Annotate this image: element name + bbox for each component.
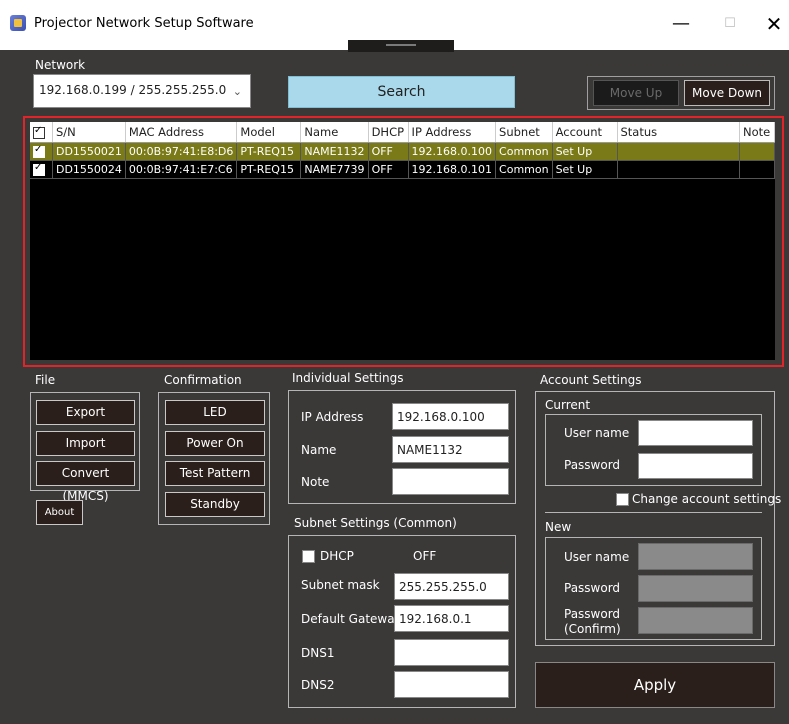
minimize-button[interactable]: — xyxy=(666,10,696,38)
cell-status xyxy=(617,160,740,179)
subnet-mask-field[interactable]: 255.255.255.0 xyxy=(394,573,509,600)
cell-sn: DD1550024 xyxy=(52,160,126,179)
close-button[interactable]: ✕ xyxy=(759,10,789,38)
dhcp-checkbox[interactable] xyxy=(302,550,315,563)
table-row[interactable]: DD1550021 00:0B:97:41:E8:D6 PT-REQ15 NAM… xyxy=(30,142,776,161)
network-select-value: 192.168.0.199 / 255.255.255.0 xyxy=(39,83,227,97)
account-divider xyxy=(545,512,762,513)
change-account-checkbox[interactable] xyxy=(616,493,629,506)
confirm-password-label: Password (Confirm) xyxy=(564,607,621,637)
confirm-password-label-line1: Password xyxy=(564,607,621,621)
new-username-field[interactable] xyxy=(638,543,753,570)
cell-name: NAME1132 xyxy=(300,142,369,161)
confirm-password-label-line2: (Confirm) xyxy=(564,622,621,636)
cell-sn: DD1550021 xyxy=(52,142,126,161)
row-checkbox[interactable] xyxy=(30,160,53,179)
test-pattern-button[interactable]: Test Pattern xyxy=(165,461,265,486)
note-field[interactable] xyxy=(392,468,509,495)
new-username-label: User name xyxy=(564,550,630,564)
table-row[interactable]: DD1550024 00:0B:97:41:E7:C6 PT-REQ15 NAM… xyxy=(30,160,776,179)
cell-dhcp: OFF xyxy=(368,142,409,161)
dhcp-state: OFF xyxy=(413,549,437,563)
power-on-button[interactable]: Power On xyxy=(165,431,265,456)
cell-mac: 00:0B:97:41:E8:D6 xyxy=(125,142,238,161)
col-header-name[interactable]: Name xyxy=(300,122,369,143)
col-header-subnet[interactable]: Subnet xyxy=(495,122,553,143)
cell-ip: 192.168.0.100 xyxy=(408,142,497,161)
col-header-model[interactable]: Model xyxy=(236,122,302,143)
cell-account: Set Up xyxy=(552,160,618,179)
export-button[interactable]: Export xyxy=(36,400,135,425)
cell-account: Set Up xyxy=(552,142,618,161)
cell-model: PT-REQ15 xyxy=(236,160,302,179)
cell-ip: 192.168.0.101 xyxy=(408,160,497,179)
dns1-label: DNS1 xyxy=(301,646,335,660)
apply-button[interactable]: Apply xyxy=(535,662,775,708)
change-account-label: Change account settings xyxy=(632,492,782,506)
note-label: Note xyxy=(301,475,330,489)
cell-note xyxy=(739,142,776,161)
cell-note xyxy=(739,160,776,179)
col-header-ip[interactable]: IP Address xyxy=(408,122,497,143)
search-button[interactable]: Search xyxy=(288,76,515,108)
grid-header-row: S/N MAC Address Model Name DHCP IP Addre… xyxy=(30,122,776,143)
select-all-checkbox[interactable] xyxy=(30,122,53,143)
app-icon xyxy=(10,15,26,31)
new-password-label: Password xyxy=(564,581,621,595)
cell-model: PT-REQ15 xyxy=(236,142,302,161)
network-select[interactable]: 192.168.0.199 / 255.255.255.0 ⌄ xyxy=(33,74,251,108)
col-header-status[interactable]: Status xyxy=(617,122,740,143)
file-label: File xyxy=(35,373,56,387)
col-header-dhcp[interactable]: DHCP xyxy=(368,122,409,143)
import-button[interactable]: Import xyxy=(36,431,135,456)
col-header-sn[interactable]: S/N xyxy=(52,122,126,143)
col-header-note[interactable]: Note xyxy=(739,122,776,143)
dhcp-label: DHCP xyxy=(320,549,354,563)
name-label: Name xyxy=(301,443,337,457)
default-gateway-field[interactable]: 192.168.0.1 xyxy=(394,605,509,632)
dns2-field[interactable] xyxy=(394,671,509,698)
current-username-field[interactable] xyxy=(638,420,753,446)
new-label: New xyxy=(545,520,572,534)
confirmation-label: Confirmation xyxy=(164,373,242,387)
cell-mac: 00:0B:97:41:E7:C6 xyxy=(125,160,238,179)
current-username-label: User name xyxy=(564,426,630,440)
device-grid[interactable]: S/N MAC Address Model Name DHCP IP Addre… xyxy=(30,122,776,360)
standby-button[interactable]: Standby xyxy=(165,492,265,517)
dns2-label: DNS2 xyxy=(301,678,335,692)
window-title: Projector Network Setup Software xyxy=(34,16,254,31)
individual-settings-label: Individual Settings xyxy=(292,371,404,385)
dns1-field[interactable] xyxy=(394,639,509,666)
about-button[interactable]: About xyxy=(36,500,83,525)
cell-name: NAME7739 xyxy=(300,160,369,179)
current-label: Current xyxy=(545,398,591,412)
row-checkbox[interactable] xyxy=(30,142,53,161)
cell-dhcp: OFF xyxy=(368,160,409,179)
default-gateway-label: Default Gateway xyxy=(301,612,402,626)
network-label: Network xyxy=(35,58,86,72)
app-window: Projector Network Setup Software — ☐ ✕ N… xyxy=(0,0,789,724)
ip-address-field[interactable]: 192.168.0.100 xyxy=(392,403,509,430)
subnet-settings-label: Subnet Settings (Common) xyxy=(294,516,457,530)
panel-grip-handle[interactable] xyxy=(348,40,454,52)
new-password-field[interactable] xyxy=(638,575,753,602)
subnet-mask-label: Subnet mask xyxy=(301,578,380,592)
ip-address-label: IP Address xyxy=(301,410,364,424)
maximize-button[interactable]: ☐ xyxy=(715,10,745,38)
confirm-password-field[interactable] xyxy=(638,607,753,634)
led-button[interactable]: LED xyxy=(165,400,265,425)
move-up-button[interactable]: Move Up xyxy=(593,80,679,106)
cell-status xyxy=(617,142,740,161)
col-header-mac[interactable]: MAC Address xyxy=(125,122,238,143)
move-down-button[interactable]: Move Down xyxy=(684,80,770,106)
col-header-account[interactable]: Account xyxy=(552,122,618,143)
account-settings-label: Account Settings xyxy=(540,373,642,387)
name-field[interactable]: NAME1132 xyxy=(392,436,509,463)
cell-subnet: Common xyxy=(495,142,553,161)
convert-mmcs-button[interactable]: Convert (MMCS) xyxy=(36,461,135,503)
current-password-field[interactable] xyxy=(638,453,753,479)
current-password-label: Password xyxy=(564,458,621,472)
chevron-down-icon: ⌄ xyxy=(232,86,242,98)
cell-subnet: Common xyxy=(495,160,553,179)
